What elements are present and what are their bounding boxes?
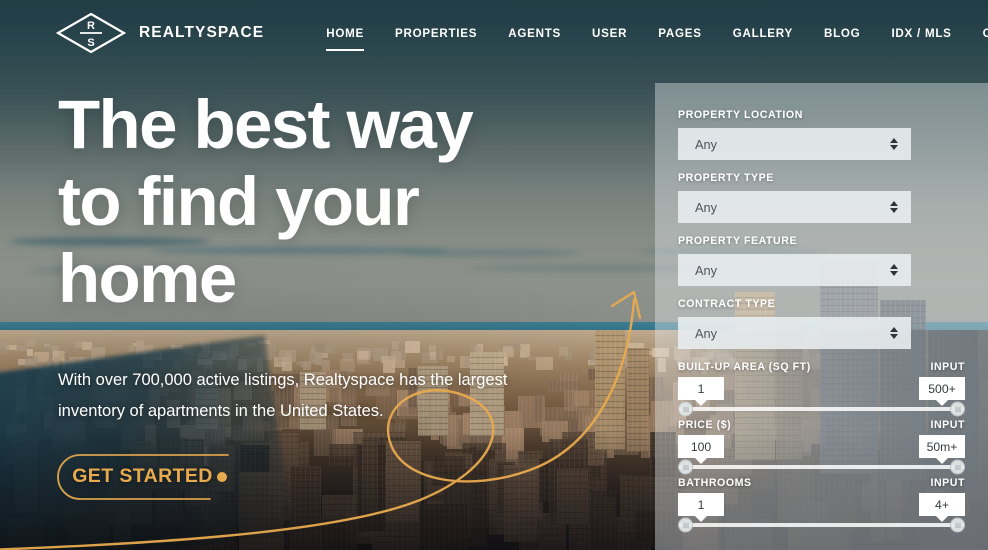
property-location-selected-value: Any <box>695 136 718 152</box>
bathrooms-input-label: INPUT <box>930 477 965 489</box>
nav-item-home[interactable]: HOME <box>326 21 364 51</box>
price-max-value: 50m+ <box>919 435 965 458</box>
bathrooms-slider-track[interactable] <box>678 517 965 533</box>
get-started-button[interactable]: GET STARTED <box>65 455 220 497</box>
search-range-group: BUILT-UP AREA (SQ FT) INPUT 1 500+ PRICE ($)… <box>678 361 965 533</box>
bathrooms-min-value: 1 <box>678 493 724 516</box>
bathrooms-header: BATHROOMS INPUT <box>678 477 965 489</box>
hero-content: The best way to find your home With over… <box>58 86 618 427</box>
price-label: PRICE ($) <box>678 419 732 431</box>
contract-type-select[interactable]: Any <box>678 317 911 349</box>
built-up-area-sq-ft-input-label: INPUT <box>930 361 965 373</box>
property-feature-label: PROPERTY FEATURE <box>678 235 798 247</box>
hero-subtitle: With over 700,000 active listings, Realt… <box>58 371 508 420</box>
nav-item-gallery[interactable]: GALLERY <box>733 21 793 46</box>
price-header: PRICE ($) INPUT <box>678 419 965 431</box>
bathrooms-min-thumb[interactable] <box>678 517 693 533</box>
field-property-location: PROPERTY LOCATION Any <box>678 109 965 160</box>
bathrooms-max-thumb[interactable] <box>950 517 965 533</box>
select-stepper-icon <box>890 327 898 339</box>
svg-text:S: S <box>87 37 94 49</box>
bathrooms-max-value: 4+ <box>919 493 965 516</box>
select-stepper-icon <box>890 264 898 276</box>
main-navigation: HOME PROPERTIES AGENTS USER PAGES GALLERY BLOG… <box>326 21 988 51</box>
range-bathrooms: BATHROOMS INPUT 1 4+ <box>678 477 965 533</box>
nav-item-blog[interactable]: BLOG <box>824 21 861 46</box>
built-up-area-sq-ft-header: BUILT-UP AREA (SQ FT) INPUT <box>678 361 965 373</box>
price-slider-track[interactable] <box>678 459 965 475</box>
property-type-select[interactable]: Any <box>678 191 911 223</box>
diamond-logo-icon: R S <box>55 11 127 55</box>
range-built-up-area-sq-ft: BUILT-UP AREA (SQ FT) INPUT 1 500+ <box>678 361 965 417</box>
property-search-panel: PROPERTY LOCATION Any PROPERTY TYPE Any PROP… <box>655 83 988 550</box>
hero-title: The best way to find your home <box>58 86 474 317</box>
brand-name: REALTYSPACE <box>139 24 265 41</box>
field-property-feature: PROPERTY FEATURE Any <box>678 235 965 286</box>
property-type-label: PROPERTY TYPE <box>678 172 774 184</box>
property-location-select[interactable]: Any <box>678 128 911 160</box>
nav-item-agents[interactable]: AGENTS <box>508 21 561 46</box>
built-up-area-sq-ft-label: BUILT-UP AREA (SQ FT) <box>678 361 811 373</box>
contract-type-selected-value: Any <box>695 325 718 341</box>
svg-text:R: R <box>87 20 95 32</box>
bathrooms-label: BATHROOMS <box>678 477 752 489</box>
built-up-area-sq-ft-value-bubbles: 1 500+ <box>678 377 965 406</box>
site-header: R S REALTYSPACE HOME PROPERTIES AGENTS USER… <box>0 0 988 66</box>
nav-item-other[interactable]: OTHER <box>983 21 988 46</box>
price-value-bubbles: 100 50m+ <box>678 435 965 464</box>
built-up-area-sq-ft-max-thumb[interactable] <box>950 401 965 417</box>
price-min-value: 100 <box>678 435 724 458</box>
price-max-thumb[interactable] <box>950 459 965 475</box>
price-input-label: INPUT <box>930 419 965 431</box>
brand-logo[interactable]: R S REALTYSPACE <box>55 11 264 55</box>
field-contract-type: CONTRACT TYPE Any <box>678 298 965 349</box>
property-type-selected-value: Any <box>695 199 718 215</box>
nav-item-properties[interactable]: PROPERTIES <box>395 21 477 46</box>
range-price: PRICE ($) INPUT 100 50m+ <box>678 419 965 475</box>
field-property-type: PROPERTY TYPE Any <box>678 172 965 223</box>
built-up-area-sq-ft-slider-track[interactable] <box>678 401 965 417</box>
search-select-group: PROPERTY LOCATION Any PROPERTY TYPE Any PROP… <box>678 109 965 349</box>
nav-item-idx-mls[interactable]: IDX / MLS <box>891 21 951 46</box>
built-up-area-sq-ft-min-thumb[interactable] <box>678 401 693 417</box>
property-feature-selected-value: Any <box>695 262 718 278</box>
contract-type-label: CONTRACT TYPE <box>678 298 776 310</box>
select-stepper-icon <box>890 138 898 150</box>
nav-item-user[interactable]: USER <box>592 21 627 46</box>
nav-item-pages[interactable]: PAGES <box>658 21 701 46</box>
bathrooms-value-bubbles: 1 4+ <box>678 493 965 522</box>
built-up-area-sq-ft-max-value: 500+ <box>919 377 965 400</box>
property-feature-select[interactable]: Any <box>678 254 911 286</box>
select-stepper-icon <box>890 201 898 213</box>
hero-screen: R S REALTYSPACE HOME PROPERTIES AGENTS USER… <box>0 0 988 550</box>
price-min-thumb[interactable] <box>678 459 693 475</box>
built-up-area-sq-ft-min-value: 1 <box>678 377 724 400</box>
property-location-label: PROPERTY LOCATION <box>678 109 803 121</box>
